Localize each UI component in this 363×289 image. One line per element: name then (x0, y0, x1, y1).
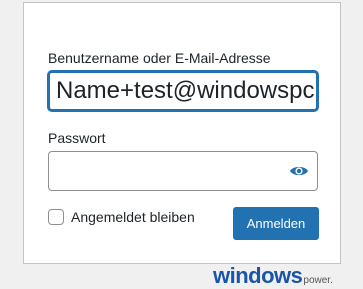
watermark-sub-text: power. (303, 275, 333, 286)
eye-icon (290, 166, 308, 176)
remember-me-option[interactable]: Angemeldet bleiben (48, 209, 195, 225)
show-password-button[interactable] (287, 160, 311, 182)
remember-me-checkbox[interactable] (48, 209, 64, 225)
password-label: Passwort (48, 130, 106, 146)
remember-me-label: Angemeldet bleiben (71, 209, 195, 225)
username-input[interactable] (56, 73, 314, 109)
login-form: Benutzername oder E-Mail-Adresse Passwor… (23, 2, 341, 264)
watermark-main-text: windows (213, 263, 303, 288)
username-label: Benutzername oder E-Mail-Adresse (48, 50, 271, 66)
login-button[interactable]: Anmelden (233, 207, 319, 240)
password-input[interactable] (57, 152, 267, 190)
watermark-logo: windows power. (213, 262, 359, 288)
username-field-wrapper (48, 71, 318, 111)
login-page: Benutzername oder E-Mail-Adresse Passwor… (0, 0, 363, 289)
password-field-wrapper (48, 151, 318, 191)
